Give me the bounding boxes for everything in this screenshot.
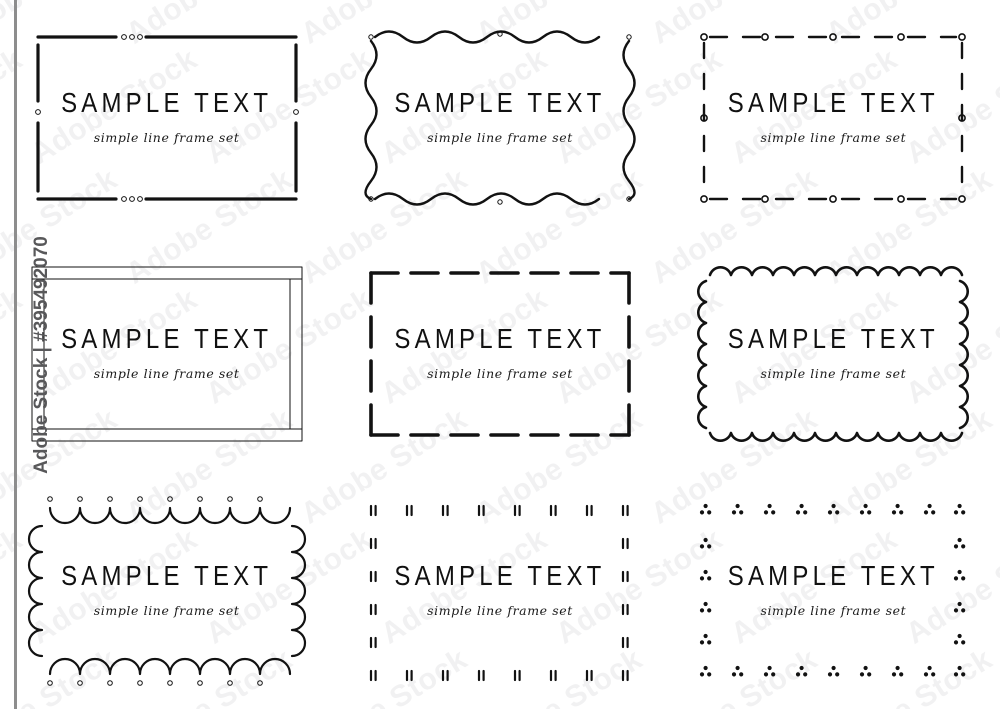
thick-dashed-border	[369, 271, 631, 438]
frame-cell-1: SAMPLE TEXT simple line frame set	[0, 0, 333, 236]
dash-ring-border	[700, 33, 967, 204]
frame-set-canvas: Adobe StockAdobe StockAdobe StockAdobe S…	[0, 0, 1000, 709]
watermark-side-text: Adobe Stock | #395492070	[31, 235, 52, 474]
wavy-scallop-border	[364, 30, 636, 206]
frame-grid: SAMPLE TEXT simple line frame set SAMPLE…	[0, 0, 1000, 709]
scallop-dot-frame[interactable]: SAMPLE TEXT simple line frame set	[27, 496, 306, 686]
diagonal-hatch-frame[interactable]: SAMPLE TEXT simple line frame set	[31, 266, 303, 442]
quote-mark-frame[interactable]: SAMPLE TEXT simple line frame set	[369, 504, 629, 681]
diagonal-hatch-border	[31, 266, 303, 442]
frame-cell-5: SAMPLE TEXT simple line frame set	[333, 236, 666, 472]
frame-cell-6: SAMPLE TEXT simple line frame set	[667, 236, 1000, 472]
quote-mark-border	[369, 504, 629, 681]
watermark-rule	[14, 0, 17, 709]
wavy-scallop-frame[interactable]: SAMPLE TEXT simple line frame set	[364, 30, 636, 206]
scallop-dot-border	[27, 496, 306, 686]
cloud-scallop-border	[697, 266, 970, 443]
dashed-dot-accent-border	[34, 34, 299, 203]
frame-cell-2: SAMPLE TEXT simple line frame set	[333, 0, 666, 236]
cloud-scallop-frame[interactable]: SAMPLE TEXT simple line frame set	[697, 266, 970, 443]
dashed-dot-accent-frame[interactable]: SAMPLE TEXT simple line frame set	[34, 34, 299, 203]
frame-cell-8: SAMPLE TEXT simple line frame set	[333, 473, 666, 709]
frame-cell-7: SAMPLE TEXT simple line frame set	[0, 473, 333, 709]
triple-dot-cluster-border	[699, 503, 967, 677]
triple-dot-cluster-frame[interactable]: SAMPLE TEXT simple line frame set	[699, 503, 967, 677]
frame-cell-3: SAMPLE TEXT simple line frame set	[667, 0, 1000, 236]
dash-ring-frame[interactable]: SAMPLE TEXT simple line frame set	[700, 33, 967, 204]
frame-cell-9: SAMPLE TEXT simple line frame set	[667, 473, 1000, 709]
thick-dashed-frame[interactable]: SAMPLE TEXT simple line frame set	[369, 271, 631, 438]
